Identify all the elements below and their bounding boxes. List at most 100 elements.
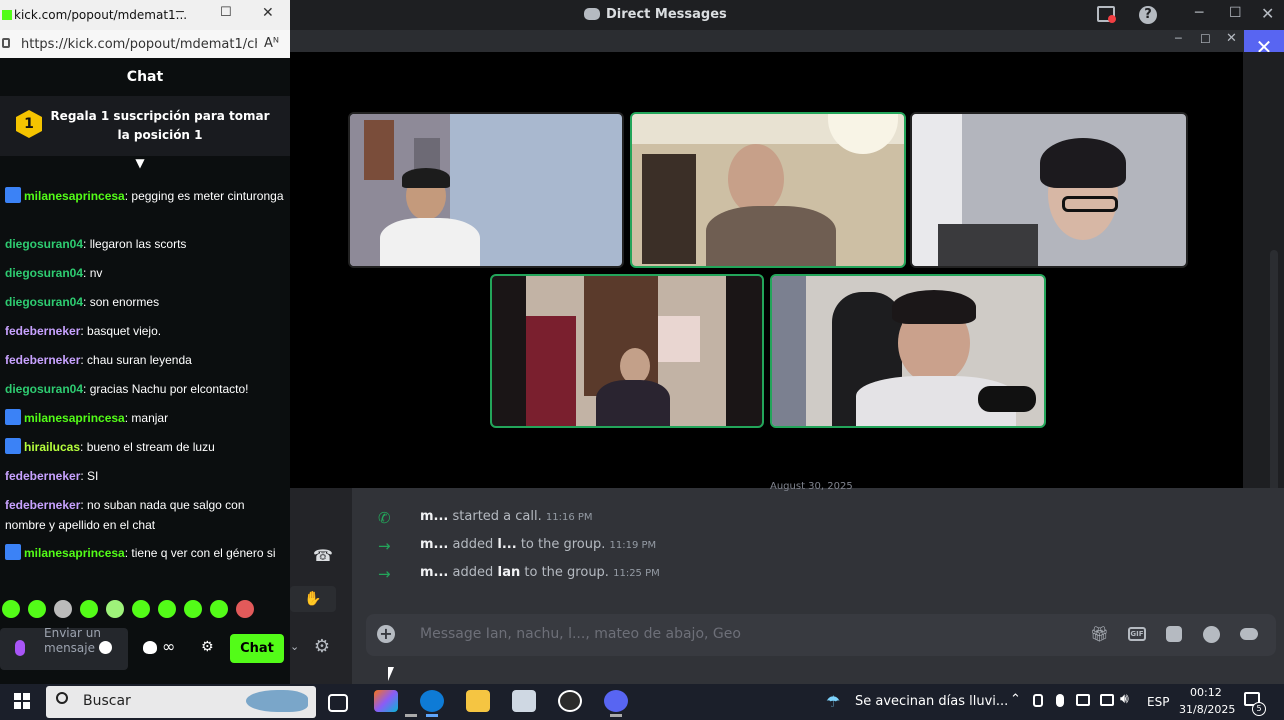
emote-icon[interactable] [54, 600, 72, 618]
chat-settings-icon[interactable]: ⚙ [201, 639, 214, 655]
language-indicator[interactable]: ESP [1147, 695, 1169, 709]
chat-text: : manjar [124, 411, 169, 425]
chevron-down-icon[interactable]: ⌄ [290, 640, 299, 653]
kick-maximize-icon[interactable]: ☐ [220, 5, 232, 20]
kick-close-icon[interactable]: ✕ [262, 5, 274, 21]
send-chat-button[interactable]: Chat [230, 634, 284, 663]
emote-icon[interactable] [80, 600, 98, 618]
copilot-icon[interactable] [374, 690, 398, 712]
clock-date[interactable]: 31/8/2025 [1179, 703, 1235, 716]
video-tile[interactable] [348, 112, 624, 268]
chat-input-placeholder[interactable]: Enviar un mensaje [44, 626, 104, 656]
chat-username[interactable]: fedeberneker [5, 498, 80, 512]
start-icon[interactable] [14, 693, 30, 709]
video-tile[interactable] [910, 112, 1188, 268]
sticker-icon[interactable] [1166, 626, 1182, 642]
file-explorer-icon[interactable] [466, 690, 490, 712]
chat-message: diegosuran04: llegaron las scorts [5, 234, 285, 254]
help-icon[interactable]: ? [1139, 6, 1157, 24]
network-icon[interactable] [1100, 694, 1114, 706]
weather-text[interactable]: Se avecinan días lluvi... [855, 694, 1008, 709]
chat-message: diegosuran04: nv [5, 263, 285, 283]
message-input[interactable]: Message Ian, nachu, l..., mateo de abajo… [420, 626, 741, 642]
close-window-icon[interactable]: ✕ [1261, 4, 1274, 23]
emoji-icon[interactable] [1203, 626, 1220, 643]
discord-icon[interactable] [604, 690, 628, 712]
gif-icon[interactable]: GIF [1128, 627, 1146, 641]
volume-icon[interactable]: 🔊︎ [1120, 691, 1129, 707]
chat-username[interactable]: diegosuran04 [5, 266, 83, 280]
message-user[interactable]: m... [420, 509, 448, 524]
chat-username[interactable]: diegosuran04 [5, 295, 83, 309]
emote-icon[interactable] [106, 600, 124, 618]
chat-text: : basquet viejo. [80, 324, 162, 338]
camera-tray-icon[interactable] [1076, 694, 1090, 706]
emoji-picker-icon[interactable] [99, 641, 112, 654]
clock-time[interactable]: 00:12 [1190, 686, 1222, 699]
system-message: → m... added l... to the group. 11:19 PM [378, 537, 656, 555]
chat-username[interactable]: milanesaprincesa [24, 411, 125, 425]
chat-message: milanesaprincesa: manjar [5, 408, 285, 428]
discord-titlebar [290, 0, 1284, 30]
video-tile[interactable] [490, 274, 764, 428]
call-close-icon[interactable]: ✕ [1226, 31, 1237, 46]
message-target[interactable]: Ian [497, 565, 520, 580]
chat-username[interactable]: fedeberneker [5, 469, 80, 483]
store-icon[interactable] [512, 690, 536, 712]
weather-icon[interactable]: ☂ [826, 692, 840, 711]
call-popout-icon[interactable]: ☐ [1200, 32, 1211, 46]
emote-icon[interactable] [28, 600, 46, 618]
chat-username[interactable]: diegosuran04 [5, 382, 83, 396]
infinity-icon[interactable]: ∞ [162, 637, 175, 656]
discord-logo-icon [584, 8, 600, 20]
chat-text: : son enormes [83, 295, 160, 309]
url-text[interactable]: https://kick.com/popout/mdemat1/chat [21, 37, 257, 52]
kick-minimize-icon[interactable]: ─ [176, 5, 184, 20]
call-minimize-icon[interactable]: ─ [1175, 32, 1182, 45]
edge-icon[interactable] [420, 690, 444, 712]
chat-username[interactable]: diegosuran04 [5, 237, 83, 251]
chat-username[interactable]: fedeberneker [5, 324, 80, 338]
emote-icon[interactable] [184, 600, 202, 618]
tray-chevron-icon[interactable]: ⌃ [1010, 692, 1021, 707]
gift-icon[interactable]: 🎁︎ [1090, 625, 1109, 643]
game-icon[interactable] [1240, 628, 1258, 640]
chat-username[interactable]: milanesaprincesa [24, 189, 125, 203]
message-user[interactable]: m... [420, 537, 448, 552]
message-target[interactable]: l... [497, 537, 516, 552]
microphone-shape [978, 386, 1036, 412]
minimize-icon[interactable]: ─ [1195, 5, 1203, 21]
emote-icon[interactable] [158, 600, 176, 618]
collapse-icon[interactable]: ▼ [132, 156, 148, 170]
kick-favicon-icon [2, 10, 12, 20]
emote-icon[interactable] [236, 600, 254, 618]
chat-message: fedeberneker: SI [5, 466, 285, 486]
active-indicator [405, 714, 417, 717]
users-icon[interactable] [143, 641, 157, 654]
emote-icon[interactable] [210, 600, 228, 618]
chat-message: diegosuran04: son enormes [5, 292, 285, 312]
search-placeholder[interactable]: Buscar [83, 693, 131, 709]
task-view-icon[interactable] [328, 694, 348, 712]
maximize-icon[interactable]: ☐ [1229, 5, 1242, 21]
chat-username[interactable]: milanesaprincesa [24, 546, 125, 560]
settings-gear-icon[interactable]: ⚙ [310, 636, 334, 660]
chat-username[interactable]: fedeberneker [5, 353, 80, 367]
meet-icon[interactable] [1033, 694, 1043, 707]
chat-text: : pegging es meter cinturonga [124, 189, 284, 203]
emote-icon[interactable] [2, 600, 20, 618]
message-user[interactable]: m... [420, 565, 448, 580]
mic-tray-icon[interactable] [1056, 694, 1064, 707]
microphone-icon[interactable] [15, 640, 25, 656]
arrow-right-icon: → [378, 565, 391, 583]
read-aloud-icon[interactable]: Aᴺ [264, 36, 279, 51]
obs-icon[interactable] [558, 690, 582, 712]
video-tile[interactable] [630, 112, 906, 268]
hang-up-icon[interactable]: ☎ [310, 546, 336, 568]
activity-icon[interactable]: ✋ [290, 586, 336, 612]
message-time: 11:25 PM [613, 568, 660, 579]
chat-username[interactable]: hirailucas [24, 440, 80, 454]
emote-icon[interactable] [132, 600, 150, 618]
add-attachment-icon[interactable]: + [377, 625, 395, 643]
video-tile[interactable] [770, 274, 1046, 428]
